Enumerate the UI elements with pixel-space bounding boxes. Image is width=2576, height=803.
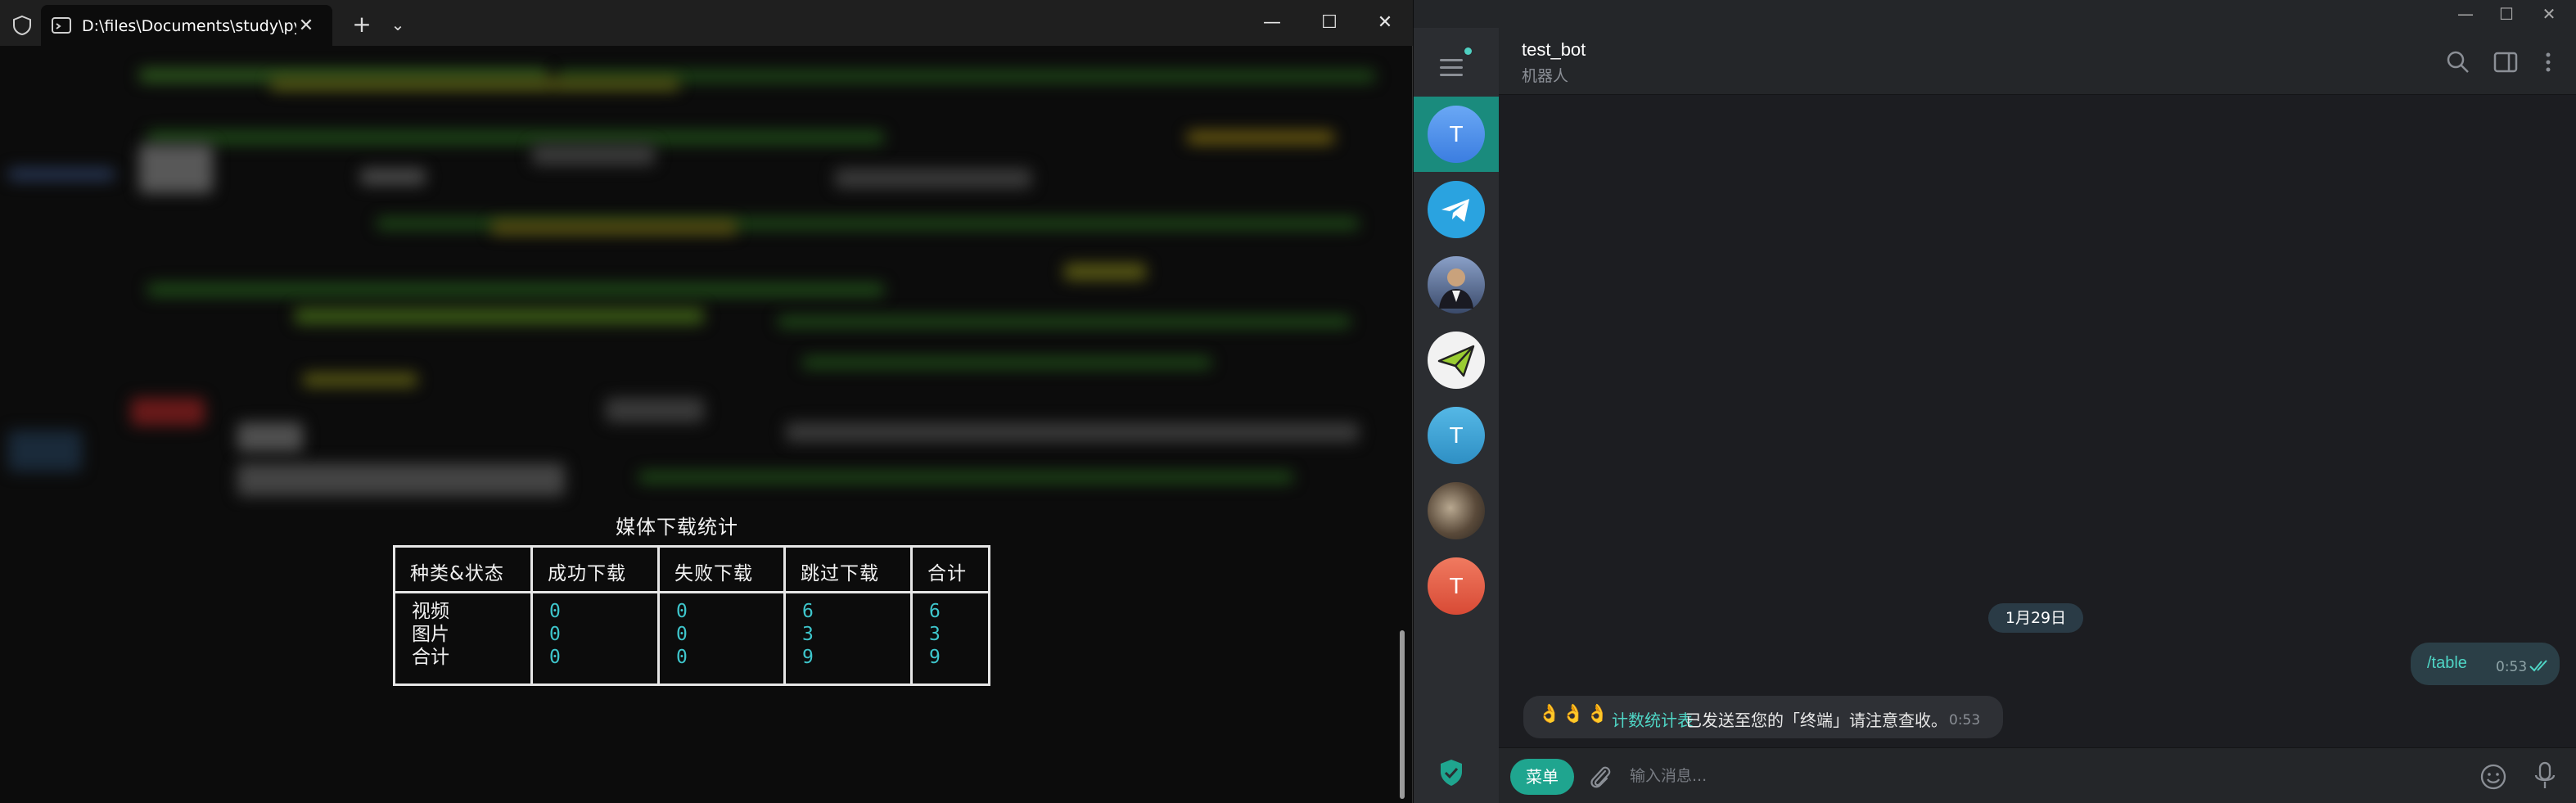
table-cell: 0 bbox=[549, 624, 561, 645]
outgoing-message[interactable]: /table 0:53 bbox=[2411, 643, 2560, 685]
table-cell: 视频 bbox=[412, 601, 449, 622]
table-cell: 0 bbox=[676, 647, 688, 668]
table-column: 成功下载 0 0 0 bbox=[533, 548, 660, 683]
terminal-titlebar: D:\files\Documents\study\py ✕ + ⌄ — ☐ ✕ bbox=[0, 0, 1413, 46]
telegram-window: — ☐ ✕ T T T test_bot 机器人 1月29日 /table 0:… bbox=[1414, 0, 2576, 803]
maximize-button[interactable]: ☐ bbox=[1305, 7, 1354, 39]
ok-hand-emoji-icon: 👌👌👌 bbox=[1538, 704, 1611, 724]
shield-check-icon[interactable] bbox=[1435, 756, 1468, 789]
table-cell: 合计 bbox=[412, 647, 449, 668]
terminal-output: 媒体下载统计 种类&状态 视频 图片 合计 成功下载 0 0 0 失败下载 0 … bbox=[0, 508, 1400, 802]
table-cell: 3 bbox=[802, 624, 814, 645]
close-button[interactable]: ✕ bbox=[2529, 0, 2569, 28]
chat-title[interactable]: test_bot bbox=[1522, 39, 1586, 61]
date-separator: 1月29日 bbox=[1988, 603, 2083, 633]
terminal-window: D:\files\Documents\study\py ✕ + ⌄ — ☐ ✕ bbox=[0, 0, 1413, 803]
message-composer: 菜单 bbox=[1499, 747, 2576, 803]
avatar: T bbox=[1428, 557, 1485, 615]
table-cell: 图片 bbox=[412, 624, 449, 645]
table-header-cell: 跳过下载 bbox=[786, 548, 910, 593]
table-column: 跳过下载 6 3 9 bbox=[786, 548, 913, 683]
table-header-cell: 合计 bbox=[913, 548, 988, 593]
message-text[interactable]: /table bbox=[2427, 654, 2467, 673]
table-column: 合计 6 3 9 bbox=[913, 548, 988, 683]
bot-menu-button[interactable]: 菜单 bbox=[1510, 759, 1574, 795]
message-list[interactable]: 1月29日 /table 0:53 👌👌👌 计数统计表 已发送至您的「终端」请注… bbox=[1499, 96, 2576, 747]
terminal-scrollbar[interactable] bbox=[1400, 630, 1405, 799]
folder-item[interactable]: T bbox=[1414, 398, 1499, 473]
telegram-plane-icon bbox=[1441, 199, 1469, 222]
avatar bbox=[1428, 181, 1485, 238]
table-header-cell: 失败下载 bbox=[660, 548, 783, 593]
avatar bbox=[1428, 332, 1485, 389]
notification-dot bbox=[1464, 47, 1472, 55]
chat-status: 机器人 bbox=[1522, 67, 1569, 85]
avatar: T bbox=[1428, 407, 1485, 464]
message-time: 0:53 bbox=[2496, 659, 2528, 675]
stats-table: 种类&状态 视频 图片 合计 成功下载 0 0 0 失败下载 0 0 0 跳过下… bbox=[393, 545, 990, 686]
shield-icon bbox=[13, 15, 31, 36]
table-column: 失败下载 0 0 0 bbox=[660, 548, 786, 683]
chat-header: test_bot 机器人 bbox=[1499, 28, 2576, 95]
incoming-message[interactable]: 👌👌👌 计数统计表 已发送至您的「终端」请注意查收。 0:53 bbox=[1523, 696, 2003, 738]
folder-item[interactable] bbox=[1414, 247, 1499, 323]
table-cell: 0 bbox=[676, 624, 688, 645]
stats-table-title: 媒体下载统计 bbox=[616, 516, 738, 539]
message-text: 已发送至您的「终端」请注意查收。 bbox=[1685, 711, 1947, 730]
tab-title: D:\files\Documents\study\py bbox=[82, 17, 296, 35]
terminal-tab[interactable]: D:\files\Documents\study\py ✕ bbox=[41, 5, 332, 46]
blurred-terminal-output bbox=[0, 46, 1400, 512]
menu-hamburger-icon[interactable] bbox=[1438, 51, 1474, 83]
more-vertical-icon[interactable] bbox=[2538, 47, 2558, 77]
table-cell: 6 bbox=[802, 601, 814, 622]
paperclip-icon[interactable] bbox=[1586, 761, 1613, 792]
folder-item[interactable] bbox=[1414, 323, 1499, 398]
person-photo-icon bbox=[1439, 268, 1473, 309]
folder-item[interactable] bbox=[1414, 473, 1499, 548]
table-cell: 3 bbox=[929, 624, 941, 645]
table-cell: 0 bbox=[549, 601, 561, 622]
folder-item[interactable]: T bbox=[1414, 548, 1499, 624]
table-cell: 0 bbox=[676, 601, 688, 622]
folder-item[interactable] bbox=[1414, 172, 1499, 247]
tab-dropdown-chevron-icon[interactable]: ⌄ bbox=[383, 13, 413, 36]
table-cell: 6 bbox=[929, 601, 941, 622]
emoji-smile-icon[interactable] bbox=[2478, 761, 2509, 792]
maximize-button[interactable]: ☐ bbox=[2486, 0, 2527, 28]
folder-sidebar: T T T bbox=[1414, 28, 1499, 803]
message-input[interactable] bbox=[1630, 760, 2432, 792]
message-time: 0:53 bbox=[1949, 712, 1981, 729]
minimize-button[interactable]: — bbox=[1247, 7, 1297, 39]
new-tab-button[interactable]: + bbox=[347, 11, 377, 38]
avatar: T bbox=[1428, 106, 1485, 163]
table-column: 种类&状态 视频 图片 合计 bbox=[395, 548, 533, 683]
photo-avatar-icon bbox=[1428, 482, 1485, 539]
search-icon[interactable] bbox=[2443, 47, 2473, 77]
table-cell: 0 bbox=[549, 647, 561, 668]
table-cell: 9 bbox=[802, 647, 814, 668]
folder-item[interactable]: T bbox=[1414, 97, 1499, 172]
terminal-icon bbox=[52, 17, 71, 34]
double-check-icon bbox=[2529, 660, 2547, 672]
table-cell: 9 bbox=[929, 647, 941, 668]
message-link[interactable]: 计数统计表 bbox=[1612, 707, 1694, 731]
paper-plane-icon bbox=[1437, 345, 1475, 377]
tab-close-icon[interactable]: ✕ bbox=[295, 15, 318, 38]
minimize-button[interactable]: — bbox=[2445, 0, 2486, 28]
table-header-cell: 成功下载 bbox=[533, 548, 657, 593]
microphone-icon[interactable] bbox=[2532, 760, 2558, 792]
close-button[interactable]: ✕ bbox=[1360, 7, 1410, 39]
table-header-cell: 种类&状态 bbox=[395, 548, 530, 593]
telegram-titlebar: — ☐ ✕ bbox=[1414, 0, 2576, 28]
side-panel-icon[interactable] bbox=[2491, 47, 2520, 77]
avatar bbox=[1428, 256, 1485, 314]
